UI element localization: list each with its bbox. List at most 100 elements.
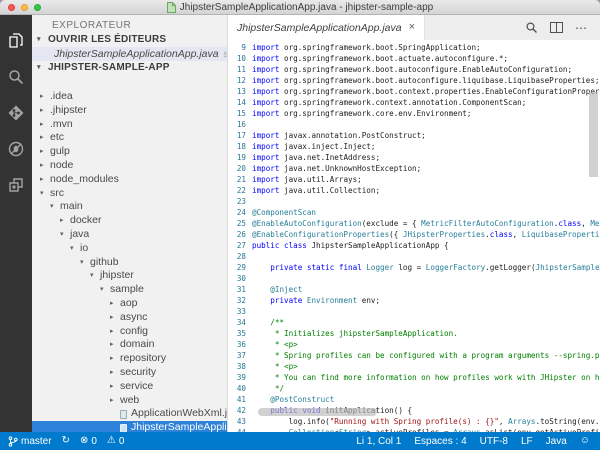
code-line: 33 <box>228 306 600 317</box>
status-item-label: Java <box>546 436 567 447</box>
code-line: 36 * <p> <box>228 339 600 350</box>
status-item-label: Espaces : 4 <box>414 436 466 447</box>
errors-icon: ⊗ <box>80 436 88 446</box>
line-number: 38 <box>228 361 246 372</box>
status-item[interactable]: LF <box>521 436 533 447</box>
tree-item[interactable]: ▸config <box>32 325 227 339</box>
chevron-collapsed-icon: ▸ <box>40 104 50 118</box>
tree-item[interactable]: ▾github <box>32 256 227 270</box>
debug-icon[interactable] <box>0 131 32 167</box>
tree-item[interactable]: ▸.jhipster <box>32 104 227 118</box>
line-number: 12 <box>228 75 246 86</box>
close-window-button[interactable] <box>8 4 15 11</box>
tree-item[interactable]: JhipsterSampleApplicationApp.java <box>32 421 227 432</box>
tree-item[interactable]: ▸aop <box>32 297 227 311</box>
tab-active-file[interactable]: JhipsterSampleApplicationApp.java × <box>228 15 425 40</box>
line-number: 10 <box>228 53 246 64</box>
sidebar-title: EXPLORATEUR <box>32 15 227 33</box>
line-number: 40 <box>228 383 246 394</box>
tree-item-label: main <box>60 200 83 214</box>
java-file-icon <box>120 410 127 419</box>
line-number: 25 <box>228 218 246 229</box>
line-number: 13 <box>228 86 246 97</box>
tree-item[interactable]: ▾java <box>32 228 227 242</box>
titlebar: JhipsterSampleApplicationApp.java - jhip… <box>0 0 600 15</box>
zoom-window-button[interactable] <box>34 4 41 11</box>
tree-item-label: src <box>50 187 64 201</box>
tree-item-label: JhipsterSampleApplicationApp.java <box>131 421 227 432</box>
code-line: 32 private Environment env; <box>228 295 600 306</box>
tree-item[interactable]: ▾jhipster <box>32 269 227 283</box>
split-editor-icon[interactable] <box>550 22 563 33</box>
tree-item[interactable]: ▾sample <box>32 283 227 297</box>
tree-item[interactable]: ▸node_modules <box>32 173 227 187</box>
tree-item-label: .mvn <box>50 118 73 132</box>
code-line: 20import java.net.UnknownHostException; <box>228 163 600 174</box>
tree-item[interactable]: ▸node <box>32 159 227 173</box>
errors-status-item[interactable]: ⊗0 <box>80 436 97 447</box>
status-item[interactable]: Li 1, Col 1 <box>356 436 401 447</box>
feedback-smiley-status-item[interactable]: ☺ <box>580 436 590 446</box>
open-editors-header[interactable]: ▾ OUVRIR LES ÉDITEURS <box>32 33 227 47</box>
code-line: 34 /** <box>228 317 600 328</box>
tree-item[interactable]: ▸gulp <box>32 145 227 159</box>
tree-item[interactable]: ▸repository <box>32 352 227 366</box>
line-number: 30 <box>228 273 246 284</box>
horizontal-scrollbar[interactable] <box>258 408 377 416</box>
status-left: master ↻ ⊗0 ⚠0 <box>0 436 124 447</box>
code-area[interactable]: 9import org.springframework.boot.SpringA… <box>228 40 600 432</box>
tree-item-label: io <box>80 242 88 256</box>
tree-item-label: async <box>120 311 147 325</box>
tree-item[interactable]: ▸domain <box>32 338 227 352</box>
tree-item[interactable]: ▸async <box>32 311 227 325</box>
chevron-collapsed-icon: ▸ <box>60 214 70 228</box>
tree-item[interactable]: ▸.idea <box>32 90 227 104</box>
line-number: 32 <box>228 295 246 306</box>
sync-status-item[interactable]: ↻ <box>62 436 70 446</box>
line-number: 15 <box>228 108 246 119</box>
code-line: 30 <box>228 273 600 284</box>
explorer-icon[interactable] <box>0 23 32 59</box>
code-line: 19import java.net.InetAddress; <box>228 152 600 163</box>
tree-item[interactable]: ▸security <box>32 366 227 380</box>
tree-item[interactable]: ▸service <box>32 380 227 394</box>
tree-item[interactable]: ▸web <box>32 394 227 408</box>
warnings-status-item[interactable]: ⚠0 <box>107 436 125 447</box>
tree-item[interactable]: ApplicationWebXml.java <box>32 407 227 421</box>
tab-bar: JhipsterSampleApplicationApp.java × ⋯ <box>228 15 600 40</box>
tree-item[interactable]: ▸etc <box>32 131 227 145</box>
more-actions-icon[interactable]: ⋯ <box>575 22 588 34</box>
tree-item[interactable]: ▸.mvn <box>32 118 227 132</box>
chevron-collapsed-icon: ▸ <box>40 118 50 132</box>
tree-item[interactable]: ▾main <box>32 200 227 214</box>
source-control-icon[interactable] <box>0 95 32 131</box>
status-item-label: UTF-8 <box>480 436 508 447</box>
open-editor-item[interactable]: JhipsterSampleApplicationApp.javasrc/m..… <box>32 47 227 61</box>
status-item-label: master <box>21 436 52 447</box>
tree-item-label: ApplicationWebXml.java <box>131 407 227 421</box>
tree-item[interactable]: ▸docker <box>32 214 227 228</box>
chevron-expanded-icon: ▾ <box>40 187 50 201</box>
tree-item-label: web <box>120 394 139 408</box>
line-number: 37 <box>228 350 246 361</box>
code-line: 39 * You can find more information on ho… <box>228 372 600 383</box>
status-bar: master ↻ ⊗0 ⚠0 Li 1, Col 1 Espaces : 4 UTF-8 L… <box>0 432 600 450</box>
search-icon[interactable] <box>0 59 32 95</box>
minimize-window-button[interactable] <box>21 4 28 11</box>
code-line: 21import java.util.Arrays; <box>228 174 600 185</box>
git-branch-status-item[interactable]: master <box>8 436 52 447</box>
project-section-header[interactable]: ▾ JHIPSTER-SAMPLE-APP <box>32 61 227 75</box>
tree-item-label: security <box>120 366 156 380</box>
tree-item[interactable]: ▾io <box>32 242 227 256</box>
status-item[interactable]: UTF-8 <box>480 436 508 447</box>
file-proxy-icon <box>167 2 176 13</box>
tree-item[interactable]: ▾src <box>32 187 227 201</box>
close-tab-icon[interactable]: × <box>409 22 415 33</box>
code-line: 41 @PostConstruct <box>228 394 600 405</box>
status-item[interactable]: Espaces : 4 <box>414 436 466 447</box>
extensions-icon[interactable] <box>0 167 32 203</box>
code-line: 17import javax.annotation.PostConstruct; <box>228 130 600 141</box>
status-item[interactable]: Java <box>546 436 567 447</box>
open-preview-icon[interactable] <box>525 21 538 34</box>
vertical-scrollbar[interactable] <box>589 92 598 177</box>
